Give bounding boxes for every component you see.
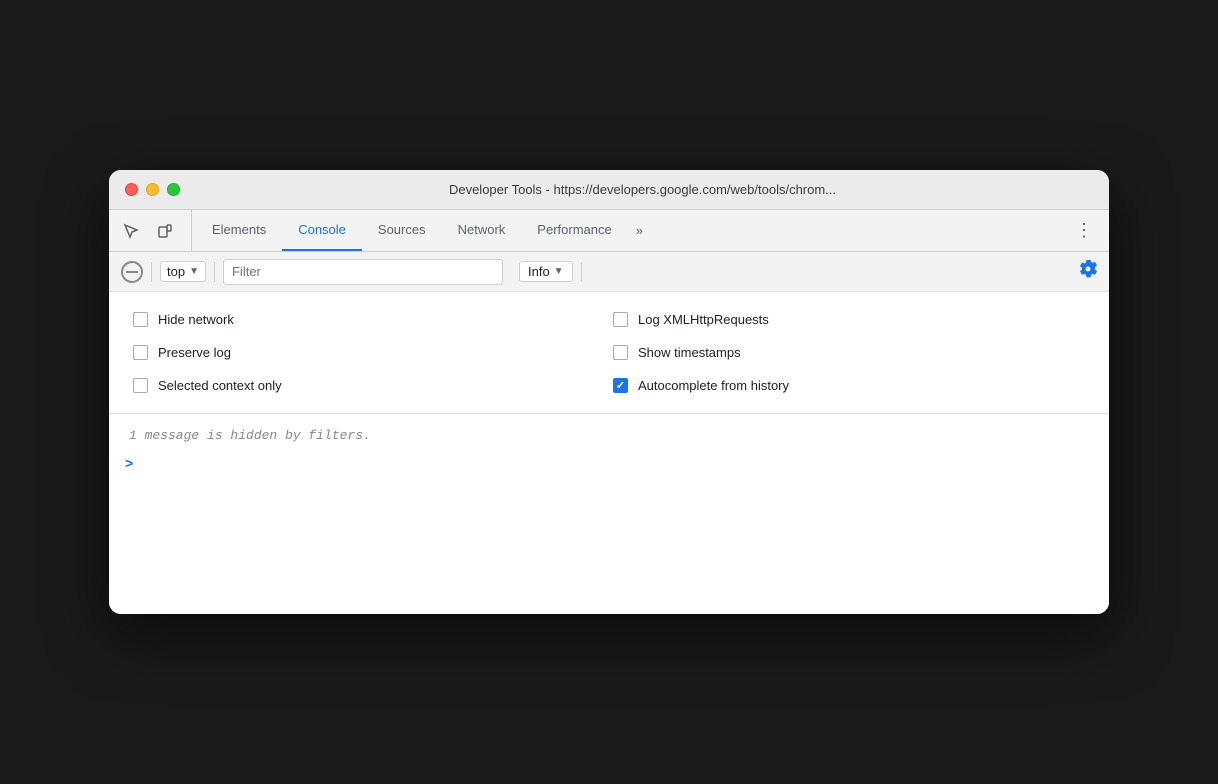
selected-context-checkbox[interactable] (133, 378, 148, 393)
minimize-button[interactable] (146, 183, 159, 196)
tab-performance[interactable]: Performance (521, 210, 627, 251)
log-xhr-checkbox[interactable] (613, 312, 628, 327)
console-prompt-row[interactable]: > (109, 449, 1109, 477)
show-timestamps-label: Show timestamps (638, 345, 741, 360)
log-xhr-option[interactable]: Log XMLHttpRequests (609, 304, 1089, 335)
tabs-list: Elements Console Sources Network Perform… (196, 210, 1067, 251)
clear-console-button[interactable] (121, 261, 143, 283)
console-settings-panel: Hide network Preserve log Selected conte… (109, 292, 1109, 414)
settings-col-left: Hide network Preserve log Selected conte… (129, 304, 609, 401)
hide-network-label: Hide network (158, 312, 234, 327)
show-timestamps-option[interactable]: Show timestamps (609, 337, 1089, 368)
console-settings-button[interactable] (1079, 260, 1097, 283)
tabs-bar: Elements Console Sources Network Perform… (109, 210, 1109, 252)
toolbar-separator-3 (581, 262, 582, 282)
maximize-button[interactable] (167, 183, 180, 196)
device-toolbar-button[interactable] (151, 217, 179, 245)
show-timestamps-checkbox[interactable] (613, 345, 628, 360)
toolbar-separator-2 (214, 262, 215, 282)
tab-console[interactable]: Console (282, 210, 362, 251)
autocomplete-history-checkbox[interactable] (613, 378, 628, 393)
filter-input[interactable] (223, 259, 503, 285)
tab-network[interactable]: Network (442, 210, 522, 251)
inspect-element-button[interactable] (117, 217, 145, 245)
toolbar-separator-1 (151, 262, 152, 282)
log-xhr-label: Log XMLHttpRequests (638, 312, 769, 327)
settings-row: Hide network Preserve log Selected conte… (129, 304, 1089, 401)
level-dropdown-arrow: ▼ (554, 266, 564, 277)
traffic-lights (125, 183, 180, 196)
autocomplete-history-label: Autocomplete from history (638, 378, 789, 393)
preserve-log-option[interactable]: Preserve log (129, 337, 609, 368)
devtools-icons (117, 210, 192, 251)
console-output: 1 message is hidden by filters. > (109, 414, 1109, 614)
hide-network-option[interactable]: Hide network (129, 304, 609, 335)
preserve-log-checkbox[interactable] (133, 345, 148, 360)
autocomplete-history-option[interactable]: Autocomplete from history (609, 370, 1089, 401)
close-button[interactable] (125, 183, 138, 196)
title-bar: Developer Tools - https://developers.goo… (109, 170, 1109, 210)
tab-sources[interactable]: Sources (362, 210, 442, 251)
devtools-menu-button[interactable]: ⋮ (1067, 210, 1101, 251)
selected-context-option[interactable]: Selected context only (129, 370, 609, 401)
window-title: Developer Tools - https://developers.goo… (192, 182, 1093, 197)
context-dropdown-arrow: ▼ (189, 266, 199, 277)
prompt-arrow-icon: > (125, 455, 133, 471)
hidden-message-notice: 1 message is hidden by filters. (109, 422, 1109, 449)
console-toolbar: top ▼ Info ▼ (109, 252, 1109, 292)
hide-network-checkbox[interactable] (133, 312, 148, 327)
console-input[interactable] (141, 456, 1093, 471)
settings-col-right: Log XMLHttpRequests Show timestamps Auto… (609, 304, 1089, 401)
devtools-window: Developer Tools - https://developers.goo… (109, 170, 1109, 614)
tab-elements[interactable]: Elements (196, 210, 282, 251)
log-level-selector[interactable]: Info ▼ (519, 261, 573, 282)
context-selector[interactable]: top ▼ (160, 261, 206, 282)
preserve-log-label: Preserve log (158, 345, 231, 360)
more-tabs-button[interactable]: » (628, 210, 651, 251)
selected-context-label: Selected context only (158, 378, 282, 393)
